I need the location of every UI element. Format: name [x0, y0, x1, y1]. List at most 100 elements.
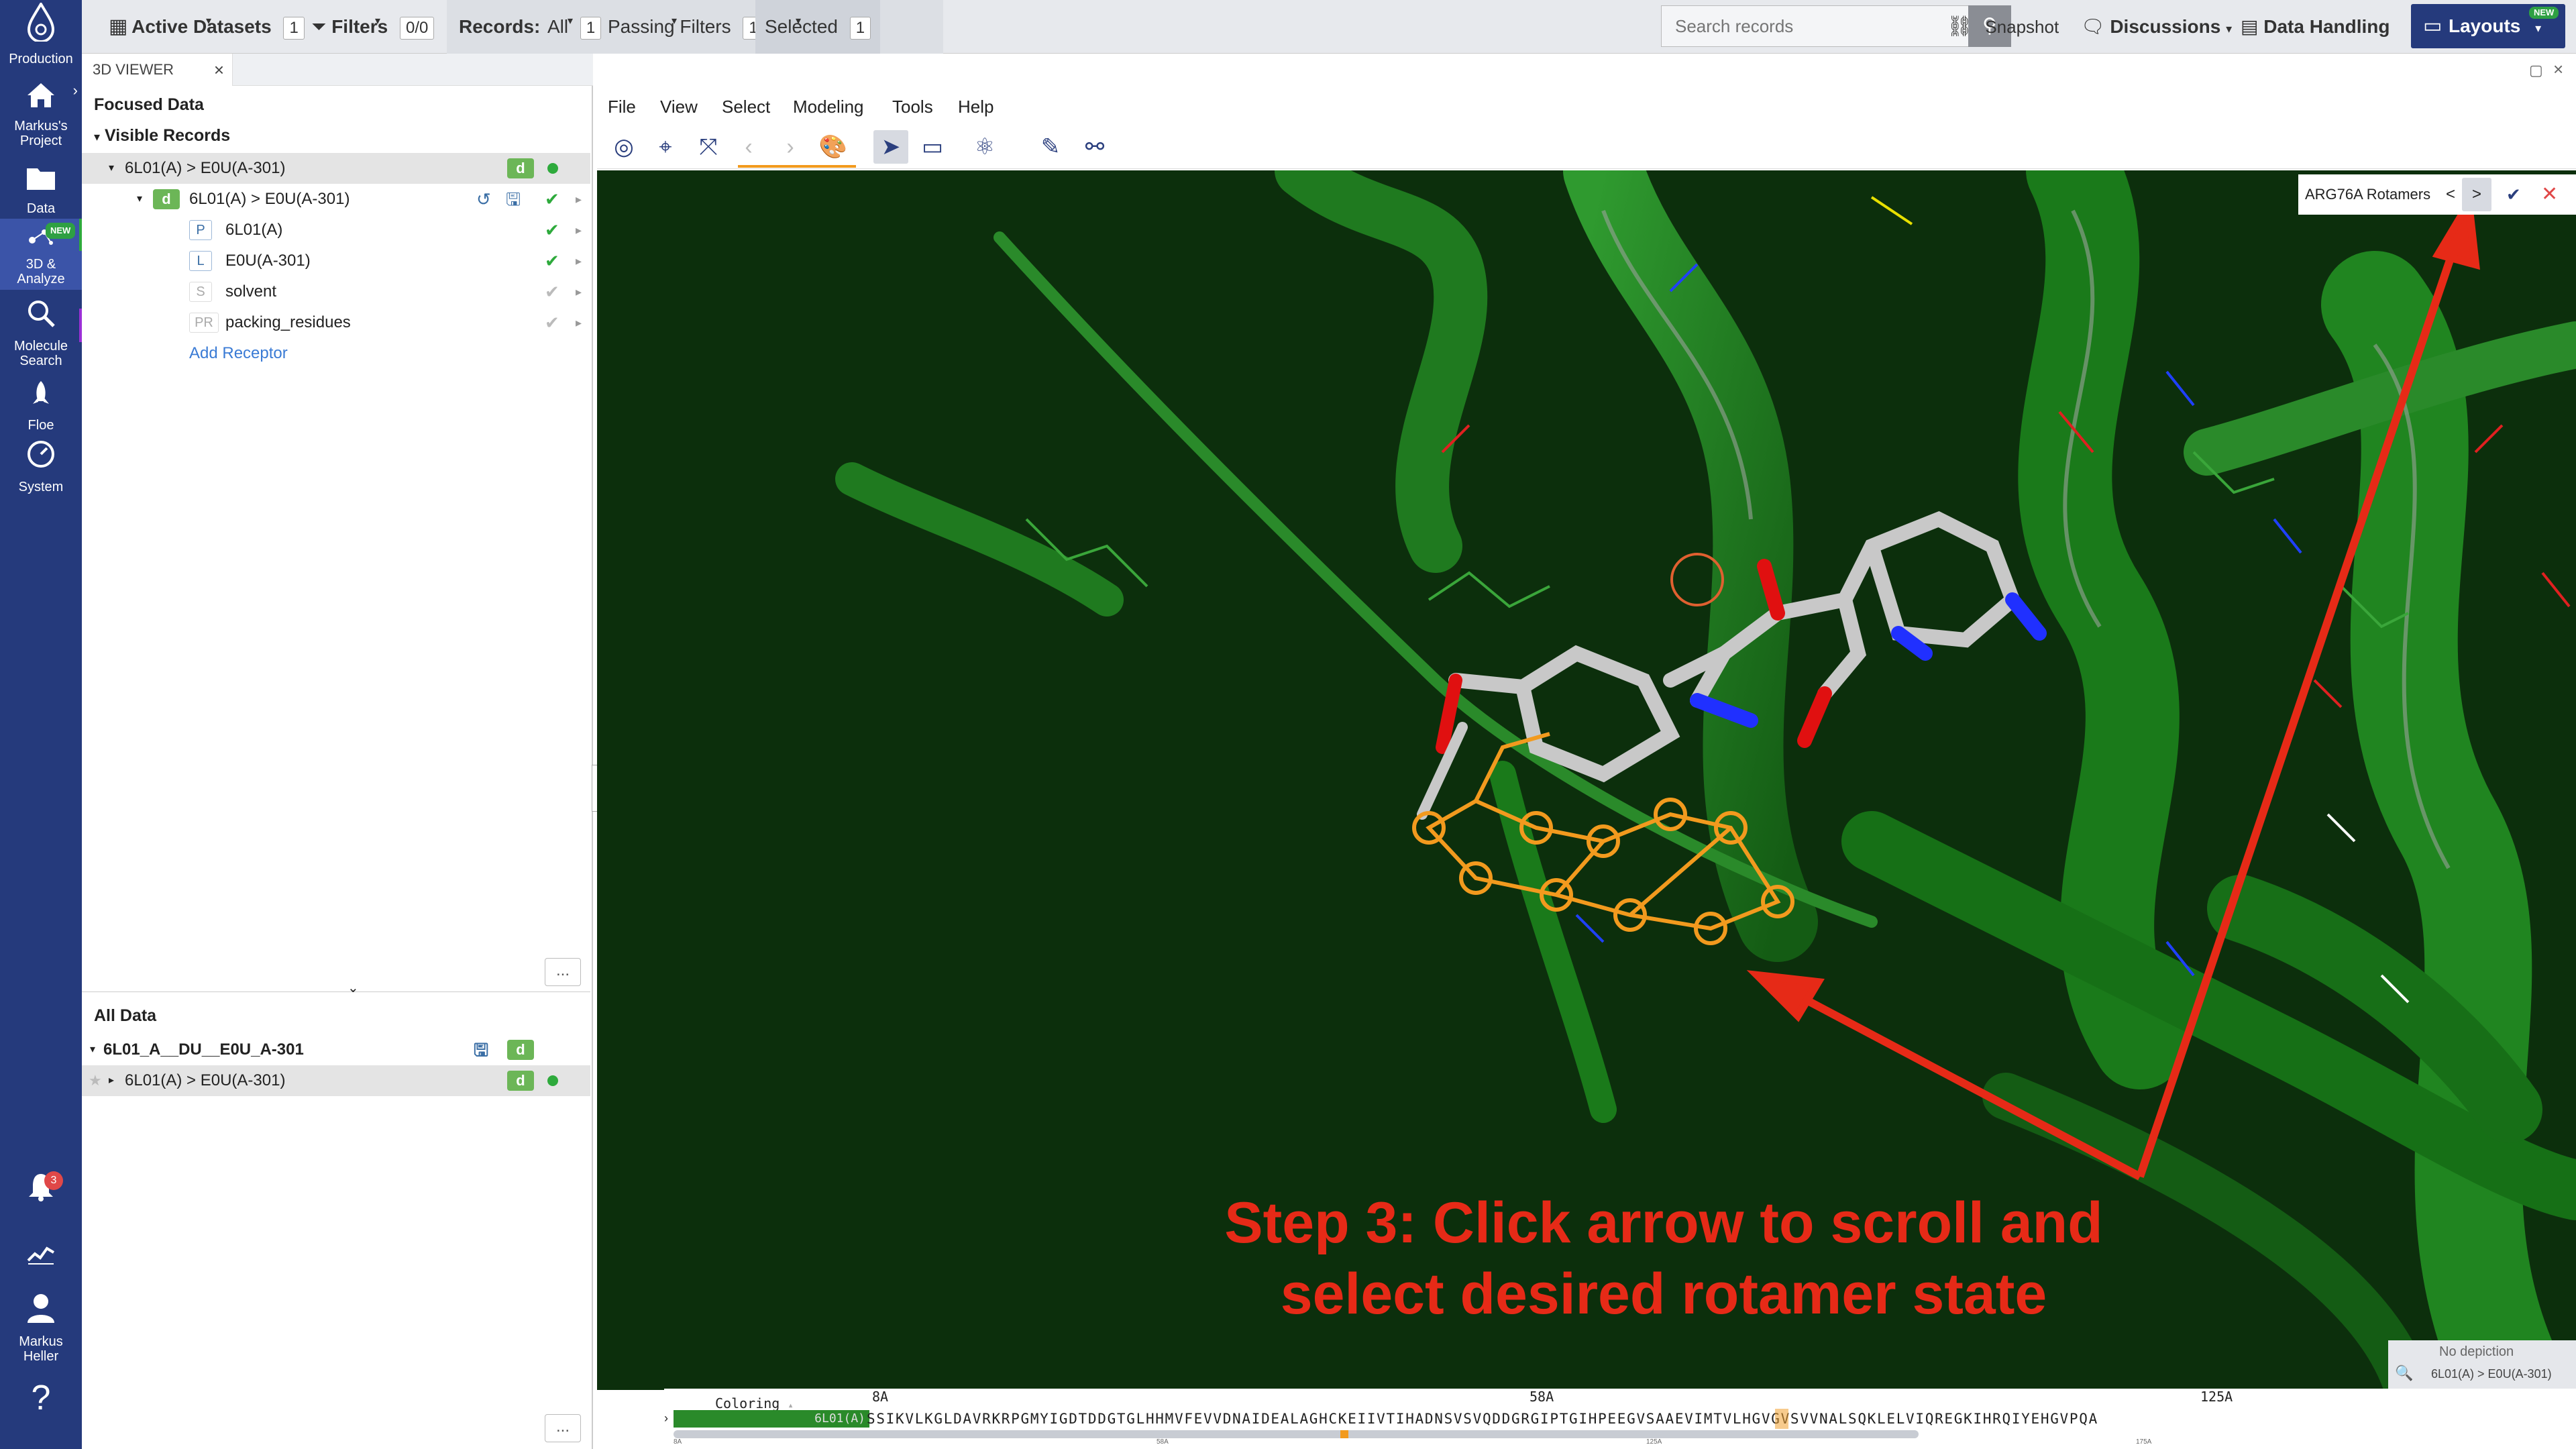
menu-tools[interactable]: Tools — [892, 90, 933, 123]
expand-right-icon[interactable]: ▸ — [576, 307, 582, 338]
nav-user[interactable]: Markus Heller — [0, 1292, 82, 1364]
records-all-tab[interactable]: All 1 ▾ — [547, 0, 602, 54]
records-selected-tab[interactable]: Selected 1 ▾ — [755, 0, 881, 54]
nav-data[interactable]: Data — [0, 164, 82, 216]
forward-icon[interactable]: › — [773, 130, 808, 164]
expand-right-icon[interactable]: ▸ — [576, 276, 582, 307]
check-icon[interactable]: ✔ — [545, 276, 559, 307]
molecule-build-icon[interactable]: ⚛ — [967, 130, 1002, 164]
expand-chevron-icon[interactable]: › — [73, 83, 78, 98]
visible-record-row[interactable]: ▾ 6L01(A) > E0U(A-301) d — [82, 153, 590, 184]
panel-splitter[interactable] — [82, 991, 590, 997]
help-button[interactable]: ? — [0, 1378, 82, 1418]
dataset-badge[interactable]: d — [507, 1040, 534, 1060]
add-receptor-link[interactable]: Add Receptor — [82, 338, 590, 369]
sequence-scrollbar[interactable] — [674, 1430, 1919, 1438]
viewer-menu-bar: File View Select Modeling Tools Help — [597, 90, 2576, 123]
nav-notifications[interactable]: 3 — [0, 1171, 82, 1212]
data-handling-button[interactable]: ▤ Data Handling — [2241, 0, 2390, 54]
chain-expand-icon[interactable]: › — [664, 1411, 668, 1426]
nav-floe[interactable]: Floe — [0, 380, 82, 433]
check-icon[interactable]: ✔ — [545, 184, 559, 215]
component-solvent-row[interactable]: S solvent ✔ ▸ — [82, 276, 590, 307]
save-as-icon[interactable]: 🖫 — [474, 1034, 488, 1065]
discussions-label: Discussions — [2110, 16, 2221, 37]
dataset-row[interactable]: ▾ 6L01_A__DU__E0U_A-301 🖫 d — [82, 1034, 590, 1065]
maximize-icon[interactable]: ▢ — [2529, 62, 2543, 79]
accept-check-icon[interactable]: ✔ — [2506, 174, 2521, 215]
prev-rotamer-button[interactable]: < — [2446, 174, 2455, 215]
menu-modeling[interactable]: Modeling — [793, 90, 864, 123]
records-passing-tab[interactable]: Passing Filters 1 ▾ — [608, 0, 764, 54]
close-icon[interactable]: × — [214, 54, 224, 86]
check-icon[interactable]: ✔ — [545, 246, 559, 276]
chevron-down-icon[interactable]: ▾ — [90, 1034, 95, 1065]
all-data-title: All Data — [94, 1006, 157, 1025]
component-packing-row[interactable]: PR packing_residues ✔ ▸ — [82, 307, 590, 338]
menu-file[interactable]: File — [608, 90, 636, 123]
nav-production[interactable]: Production — [0, 1, 82, 66]
back-icon[interactable]: ‹ — [731, 130, 766, 164]
no-depiction-panel: No depiction 🔍 6L01(A) > E0U(A-301) — [2388, 1340, 2576, 1390]
next-rotamer-button[interactable]: > — [2462, 178, 2491, 211]
tab-3d-viewer-label: 3D VIEWER — [93, 61, 174, 78]
record-item-row[interactable]: ▾ d 6L01(A) > E0U(A-301) ↺ 🖫 ✔ ▸ — [82, 184, 590, 215]
nav-molecule-search[interactable]: Molecule Search — [0, 298, 82, 368]
records-all-count: 1 — [580, 16, 602, 40]
nav-system-label: System — [18, 480, 64, 494]
coloring-dropdown[interactable]: Coloring ▴ — [715, 1395, 794, 1411]
crosshair-icon[interactable]: ⌖ — [648, 130, 683, 164]
pointer-select-icon[interactable]: ➤ — [873, 130, 908, 164]
dataset-record-row[interactable]: ★ ▸ 6L01(A) > E0U(A-301) d — [82, 1065, 590, 1096]
nav-analyze[interactable]: 3D & Analyze NEW — [0, 219, 82, 290]
mutate-tool-icon[interactable]: ⚯ — [1077, 130, 1112, 164]
no-depiction-label: No depiction — [2439, 1344, 2514, 1359]
chevron-down-icon[interactable]: ⌄ — [347, 979, 359, 996]
filters-count: 0/0 — [400, 16, 435, 40]
check-icon[interactable]: ✔ — [545, 215, 559, 246]
chevron-down-icon: ▾ — [375, 15, 381, 27]
menu-help[interactable]: Help — [958, 90, 994, 123]
cancel-close-icon[interactable]: ✕ — [2541, 174, 2558, 215]
active-datasets-button[interactable]: ▦ Active Datasets 1 ▾ — [109, 0, 305, 54]
close-icon[interactable]: × — [2553, 59, 2563, 80]
zoom-icon[interactable]: 🔍 — [2395, 1364, 2413, 1382]
visible-status-dot — [547, 1075, 558, 1086]
fit-view-icon[interactable]: ⤧ — [691, 130, 726, 164]
measure-icon[interactable]: ▭ — [915, 130, 950, 164]
snapshot-label: Snapshot — [1985, 17, 2059, 37]
discussions-button[interactable]: 🗨 Discussions ▾ — [2081, 0, 2232, 54]
callout-line-1: Step 3: Click arrow to scroll and — [1224, 1191, 2103, 1255]
star-icon[interactable]: ★ — [89, 1065, 102, 1096]
nav-analyze-label2: Analyze — [17, 272, 65, 286]
component-protein-row[interactable]: P 6L01(A) ✔ ▸ — [82, 215, 590, 246]
center-view-icon[interactable]: ◎ — [606, 130, 641, 164]
expand-right-icon[interactable]: ▸ — [576, 215, 582, 246]
color-palette-icon[interactable]: 🎨 — [816, 130, 851, 164]
pencil-icon[interactable]: ✎ — [1033, 130, 1068, 164]
visible-records-header[interactable]: ▾ Visible Records — [94, 126, 230, 146]
nav-activity[interactable] — [0, 1238, 82, 1276]
sequence-scroll-marker — [1340, 1430, 1348, 1438]
chevron-down-icon[interactable]: ▾ — [109, 153, 114, 184]
layouts-button[interactable]: ▭ Layouts ▾ NEW — [2411, 4, 2565, 48]
undo-icon[interactable]: ↺ — [476, 184, 491, 215]
chevron-down-icon[interactable]: ▾ — [137, 184, 142, 215]
more-options-button[interactable]: ... — [545, 958, 581, 986]
tab-3d-viewer[interactable]: 3D VIEWER × — [82, 54, 233, 86]
more-options-button[interactable]: ... — [545, 1414, 581, 1442]
nav-data-label: Data — [26, 201, 56, 216]
sequence-residues[interactable]: SSIKVLKGLDAVRKRPGMYIGDTDDGTGLHHMVFEVVDNA… — [867, 1409, 2576, 1429]
menu-view[interactable]: View — [660, 90, 698, 123]
filters-button[interactable]: ⏷ Filters 0/0 ▾ — [311, 0, 435, 54]
save-icon[interactable]: 🖫 — [506, 184, 521, 215]
check-icon[interactable]: ✔ — [545, 307, 559, 338]
expand-right-icon[interactable]: ▸ — [576, 184, 582, 215]
expand-right-icon[interactable]: ▸ — [576, 246, 582, 276]
snapshot-button[interactable]: ⛓ Snapshot — [1947, 0, 2059, 54]
component-ligand-row[interactable]: L E0U(A-301) ✔ ▸ — [82, 246, 590, 276]
chevron-right-icon[interactable]: ▸ — [109, 1065, 114, 1096]
nav-project[interactable]: Markus's Project › — [0, 80, 82, 149]
nav-system[interactable]: System — [0, 439, 82, 494]
menu-select[interactable]: Select — [722, 90, 770, 123]
